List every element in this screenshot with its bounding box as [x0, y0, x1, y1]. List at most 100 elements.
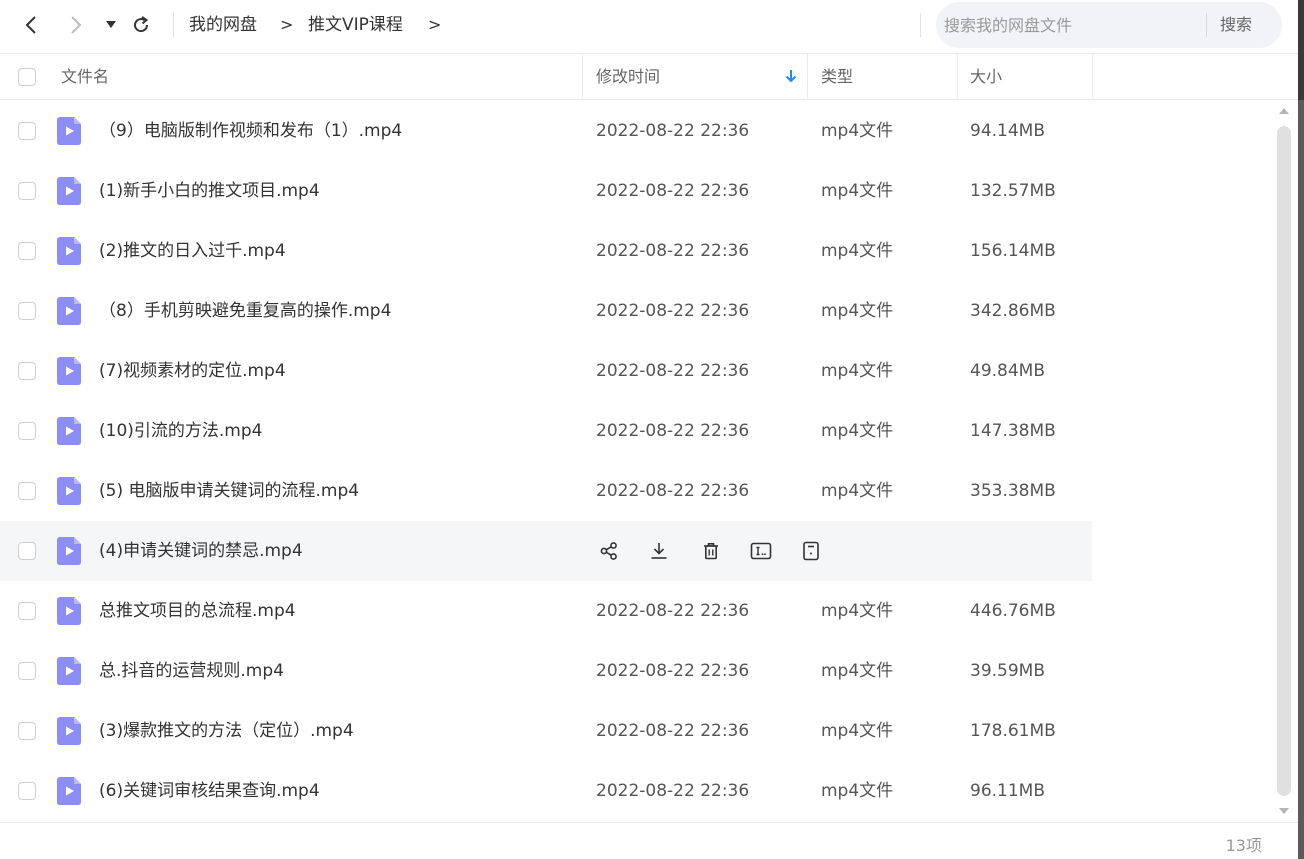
refresh-button[interactable] [128, 10, 154, 40]
file-name[interactable]: （8）手机剪映避免重复高的操作.mp4 [99, 299, 391, 323]
row-checkbox[interactable] [18, 422, 36, 440]
scroll-up-arrow-icon[interactable] [1279, 108, 1289, 114]
rename-icon[interactable] [748, 538, 774, 564]
file-row[interactable]: (3)爆款推文的方法（定位）.mp4 2022-08-22 22:36 mp4文件 1… [0, 701, 1092, 761]
share-icon[interactable] [596, 538, 622, 564]
file-type: mp4文件 [821, 241, 894, 261]
search-input[interactable] [944, 10, 1199, 40]
window-edge [1298, 0, 1304, 859]
video-file-icon [57, 717, 81, 745]
details-icon[interactable] [798, 538, 824, 564]
file-row[interactable]: （8）手机剪映避免重复高的操作.mp4 2022-08-22 22:36 mp4文件… [0, 281, 1092, 341]
row-checkbox[interactable] [18, 362, 36, 380]
row-checkbox[interactable] [18, 482, 36, 500]
file-size: 353.38MB [970, 481, 1056, 501]
file-size: 96.11MB [970, 781, 1045, 801]
video-file-icon [57, 597, 81, 625]
modified-time: 2022-08-22 22:36 [596, 721, 750, 741]
column-divider[interactable] [957, 54, 958, 100]
column-divider[interactable] [582, 54, 583, 100]
row-checkbox[interactable] [18, 182, 36, 200]
scroll-down-arrow-icon[interactable] [1279, 808, 1289, 814]
file-name[interactable]: (5) 电脑版申请关键词的流程.mp4 [99, 479, 359, 503]
file-name[interactable]: (3)爆款推文的方法（定位）.mp4 [99, 719, 354, 743]
file-list: （9）电脑版制作视频和发布（1）.mp4 2022-08-22 22:36 mp4文… [0, 101, 1092, 821]
row-checkbox[interactable] [18, 782, 36, 800]
file-row[interactable]: (4)申请关键词的禁忌.mp4 [0, 521, 1092, 581]
video-file-icon [57, 477, 81, 505]
file-size: 156.14MB [970, 241, 1056, 261]
file-row[interactable]: (7)视频素材的定位.mp4 2022-08-22 22:36 mp4文件 49.84… [0, 341, 1092, 401]
file-name[interactable]: (4)申请关键词的禁忌.mp4 [99, 539, 303, 563]
file-type: mp4文件 [821, 721, 894, 741]
file-row[interactable]: (1)新手小白的推文项目.mp4 2022-08-22 22:36 mp4文件 132… [0, 161, 1092, 221]
caret-down-icon [106, 21, 116, 28]
file-type: mp4文件 [821, 601, 894, 621]
file-size: 49.84MB [970, 361, 1045, 381]
file-size: 39.59MB [970, 661, 1045, 681]
row-checkbox[interactable] [18, 122, 36, 140]
row-checkbox[interactable] [18, 602, 36, 620]
file-row[interactable]: (10)引流的方法.mp4 2022-08-22 22:36 mp4文件 147.38… [0, 401, 1092, 461]
row-checkbox[interactable] [18, 542, 36, 560]
select-all-checkbox[interactable] [18, 68, 36, 86]
scroll-thumb[interactable] [1277, 126, 1291, 796]
sort-descending-icon[interactable] [784, 68, 798, 84]
video-file-icon [57, 117, 81, 145]
file-name[interactable]: 总.抖音的运营规则.mp4 [99, 659, 284, 683]
file-size: 446.76MB [970, 601, 1056, 621]
window-edge-top [1298, 0, 1304, 100]
row-checkbox[interactable] [18, 302, 36, 320]
history-dropdown-button[interactable] [98, 10, 124, 40]
refresh-icon [134, 16, 149, 33]
search-button[interactable]: 搜索 [1220, 13, 1252, 37]
file-type: mp4文件 [821, 661, 894, 681]
modified-time: 2022-08-22 22:36 [596, 601, 750, 621]
column-header-size[interactable]: 大小 [970, 66, 1002, 88]
file-type: mp4文件 [821, 361, 894, 381]
video-file-icon [57, 357, 81, 385]
search-divider-line [920, 13, 921, 37]
file-row[interactable]: (6)关键词审核结果查询.mp4 2022-08-22 22:36 mp4文件 96.… [0, 761, 1092, 821]
file-row[interactable]: 总推文项目的总流程.mp4 2022-08-22 22:36 mp4文件 446.76… [0, 581, 1092, 641]
status-footer: 13项 [0, 822, 1298, 859]
file-list-header: 文件名 修改时间 类型 大小 [0, 54, 1298, 100]
modified-time: 2022-08-22 22:36 [596, 661, 750, 681]
delete-icon[interactable] [698, 538, 724, 564]
video-file-icon [57, 657, 81, 685]
file-name[interactable]: （9）电脑版制作视频和发布（1）.mp4 [99, 119, 402, 143]
file-name[interactable]: (1)新手小白的推文项目.mp4 [99, 179, 320, 203]
chevron-right-icon [71, 16, 82, 34]
modified-time: 2022-08-22 22:36 [596, 241, 750, 261]
vertical-scrollbar[interactable] [1275, 102, 1293, 816]
file-type: mp4文件 [821, 421, 894, 441]
modified-time: 2022-08-22 22:36 [596, 481, 750, 501]
breadcrumb-current[interactable]: 推文VIP课程 [308, 13, 403, 37]
breadcrumb-root[interactable]: 我的网盘 [189, 13, 257, 37]
column-divider[interactable] [1092, 54, 1093, 100]
video-file-icon [57, 297, 81, 325]
file-name[interactable]: (7)视频素材的定位.mp4 [99, 359, 286, 383]
file-size: 94.14MB [970, 121, 1045, 141]
file-name[interactable]: (10)引流的方法.mp4 [99, 419, 262, 443]
file-row[interactable]: 总.抖音的运营规则.mp4 2022-08-22 22:36 mp4文件 39.59M… [0, 641, 1092, 701]
file-size: 147.38MB [970, 421, 1056, 441]
column-header-name[interactable]: 文件名 [61, 66, 109, 88]
file-name[interactable]: 总推文项目的总流程.mp4 [99, 599, 296, 623]
back-button[interactable] [18, 10, 44, 40]
download-icon[interactable] [646, 538, 672, 564]
file-name[interactable]: (2)推文的日入过千.mp4 [99, 239, 286, 263]
column-header-modified[interactable]: 修改时间 [596, 66, 660, 88]
row-checkbox[interactable] [18, 242, 36, 260]
row-checkbox[interactable] [18, 722, 36, 740]
breadcrumb-separator-icon: > [428, 15, 442, 34]
column-divider[interactable] [807, 54, 808, 100]
file-row[interactable]: （9）电脑版制作视频和发布（1）.mp4 2022-08-22 22:36 mp4文… [0, 101, 1092, 161]
file-row[interactable]: (5) 电脑版申请关键词的流程.mp4 2022-08-22 22:36 mp4文件… [0, 461, 1092, 521]
breadcrumb-separator-icon: > [280, 15, 294, 34]
file-name[interactable]: (6)关键词审核结果查询.mp4 [99, 779, 320, 803]
file-row[interactable]: (2)推文的日入过千.mp4 2022-08-22 22:36 mp4文件 156.1… [0, 221, 1092, 281]
forward-button[interactable] [63, 10, 89, 40]
column-header-type[interactable]: 类型 [821, 66, 853, 88]
row-checkbox[interactable] [18, 662, 36, 680]
